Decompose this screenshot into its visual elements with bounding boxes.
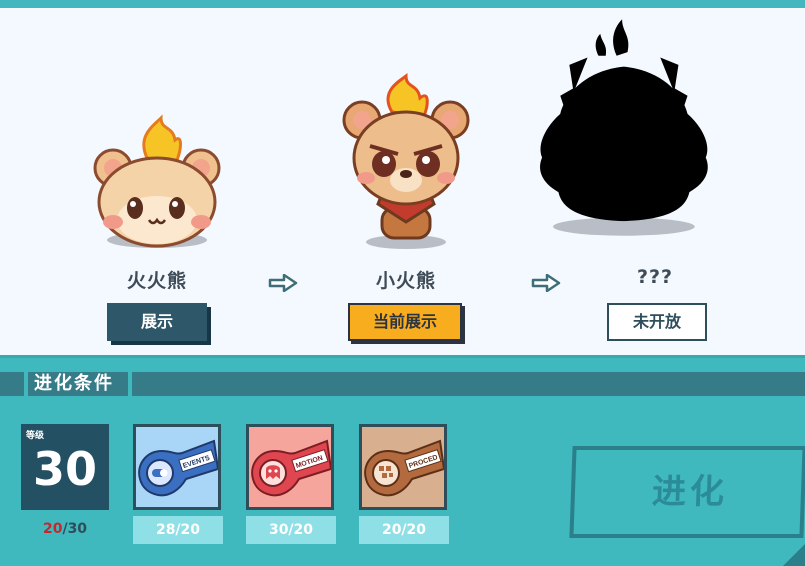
level-progress: 20/30 xyxy=(21,521,109,537)
level-required: 30 xyxy=(67,521,88,537)
level-label: 等级 xyxy=(26,431,45,441)
arrow-right-icon xyxy=(268,274,298,292)
evolution-showcase: 火火熊 展示 小火熊 当前展示 ??? 未开放 xyxy=(0,8,805,358)
stage-name: ??? xyxy=(636,266,674,288)
show-button[interactable]: 展示 xyxy=(107,303,207,341)
events-item-card[interactable]: EVENTS xyxy=(133,424,221,510)
level-requirement: 等级 30 xyxy=(21,424,109,510)
fire-bear-baby-icon xyxy=(93,114,221,248)
section-header: 进化条件 xyxy=(0,370,805,398)
evolve-button[interactable]: 进化 xyxy=(569,446,805,538)
events-key-icon: EVENTS xyxy=(138,439,218,497)
level-current: 20 xyxy=(42,521,63,537)
stage-name: 小火熊 xyxy=(375,270,436,292)
corner-decoration xyxy=(783,544,805,566)
motion-item-count: 30/20 xyxy=(246,516,336,544)
procedure-key-icon: PROCED xyxy=(364,439,444,497)
stage-name: 火火熊 xyxy=(126,270,187,292)
procedure-item-card[interactable]: PROCED xyxy=(359,424,447,510)
motion-item-card[interactable]: MOTION xyxy=(246,424,334,510)
locked-silhouette-icon xyxy=(540,19,708,236)
evolution-stage-3: ??? 未开放 xyxy=(540,8,755,358)
level-value: 30 xyxy=(32,442,97,496)
evolution-stage-1: 火火熊 展示 xyxy=(57,8,257,358)
section-title: 进化条件 xyxy=(28,372,128,396)
events-item-count: 28/20 xyxy=(133,516,223,544)
section-title-frame: 进化条件 xyxy=(24,370,132,398)
current-show-button[interactable]: 当前展示 xyxy=(348,303,462,341)
motion-key-icon: MOTION xyxy=(251,439,331,497)
not-open-button[interactable]: 未开放 xyxy=(607,303,707,341)
evolve-button-label: 进化 xyxy=(651,472,729,512)
fire-bear-teen-icon xyxy=(342,73,470,249)
procedure-item-count: 20/20 xyxy=(359,516,449,544)
evolution-stage-2: 小火熊 当前展示 xyxy=(306,8,506,358)
section-left-tab xyxy=(0,372,22,396)
